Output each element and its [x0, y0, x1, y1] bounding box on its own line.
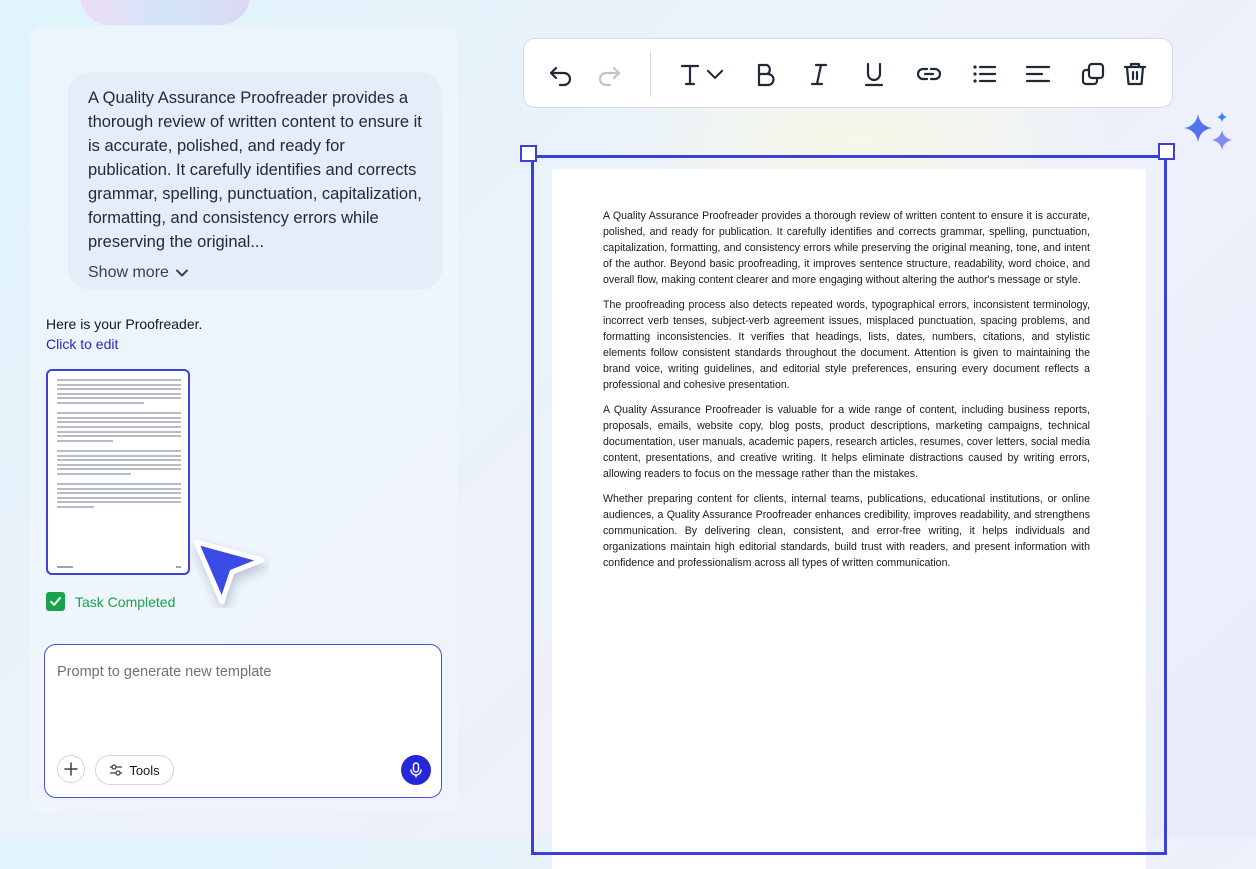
document-thumbnail[interactable] — [46, 369, 190, 575]
bullet-list-button[interactable] — [969, 59, 999, 89]
prompt-input[interactable] — [55, 663, 429, 681]
link-icon — [916, 67, 942, 81]
delete-button[interactable] — [1120, 59, 1150, 89]
click-to-edit-link[interactable]: Click to edit — [46, 336, 118, 352]
show-more-label: Show more — [88, 264, 169, 281]
show-more-button[interactable]: Show more — [88, 264, 428, 282]
italic-icon — [810, 63, 828, 86]
link-button[interactable] — [914, 59, 944, 89]
redo-icon — [598, 66, 621, 87]
description-bubble: A Quality Assurance Proofreader provides… — [68, 72, 442, 290]
duplicate-icon — [1081, 62, 1105, 86]
prompt-box: Tools — [44, 644, 442, 798]
bold-icon — [757, 63, 775, 87]
duplicate-button[interactable] — [1078, 59, 1108, 89]
checkbox-checked-icon — [46, 592, 65, 611]
task-status-label: Task Completed — [75, 593, 176, 610]
thumbnail-footer — [57, 566, 181, 568]
text-style-icon — [680, 64, 700, 86]
intro-text: Here is your Proofreader. — [46, 316, 203, 332]
underline-button[interactable] — [859, 59, 889, 89]
italic-button[interactable] — [804, 59, 834, 89]
chevron-down-icon — [175, 269, 188, 277]
sliders-icon — [110, 764, 123, 776]
trash-icon — [1123, 62, 1147, 86]
chevron-down-icon — [706, 69, 724, 79]
selection-frame — [531, 155, 1167, 855]
underline-icon — [864, 62, 884, 87]
text-style-dropdown[interactable] — [670, 59, 732, 89]
undo-button[interactable] — [546, 59, 576, 89]
align-button[interactable] — [1023, 59, 1053, 89]
resize-handle-top-right[interactable] — [1158, 143, 1175, 160]
microphone-button[interactable] — [401, 755, 431, 785]
sparkles-icon — [1184, 112, 1232, 150]
bullet-list-icon — [973, 65, 997, 83]
tools-button[interactable]: Tools — [95, 755, 174, 785]
task-status: Task Completed — [46, 592, 175, 611]
bold-button[interactable] — [750, 59, 780, 89]
description-text: A Quality Assurance Proofreader provides… — [88, 89, 422, 251]
add-attachment-button[interactable] — [57, 755, 85, 783]
tools-label: Tools — [129, 762, 160, 778]
plus-icon — [64, 762, 78, 776]
decorative-blob — [80, 0, 250, 25]
formatting-toolbar — [523, 38, 1173, 108]
align-left-icon — [1025, 65, 1051, 83]
toolbar-divider — [650, 51, 651, 97]
undo-icon — [549, 66, 572, 87]
pointer-cursor-icon — [193, 539, 265, 605]
redo-button[interactable] — [594, 59, 624, 89]
thumbnail-preview — [57, 379, 181, 511]
microphone-icon — [410, 762, 422, 778]
resize-handle-top-left[interactable] — [520, 145, 537, 162]
